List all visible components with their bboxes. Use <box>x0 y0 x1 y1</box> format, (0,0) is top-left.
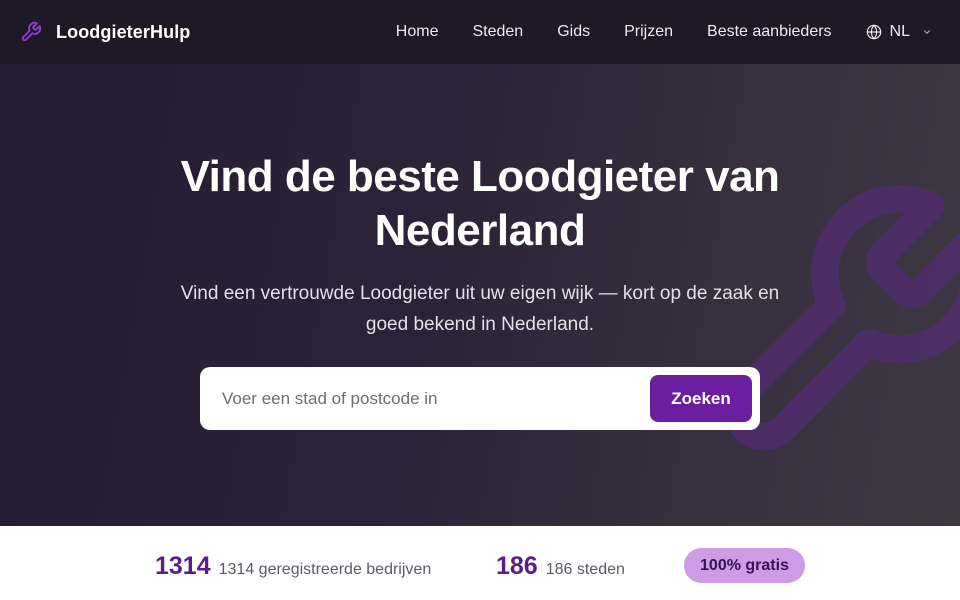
stat-cities-number: 186 <box>496 552 538 580</box>
nav-link-gids[interactable]: Gids <box>557 23 590 41</box>
hero-section: Vind de beste Loodgieter van Nederland V… <box>0 64 960 526</box>
main-nav: Home Steden Gids Prijzen Beste aanbieder… <box>396 23 940 41</box>
search-input[interactable] <box>222 388 650 409</box>
stats-bar: 1314 1314 geregistreerde bedrijven 186 1… <box>0 526 960 600</box>
wrench-icon <box>20 21 42 43</box>
nav-link-beste-aanbieders[interactable]: Beste aanbieders <box>707 23 832 41</box>
brand[interactable]: LoodgieterHulp <box>20 21 190 43</box>
stat-companies: 1314 1314 geregistreerde bedrijven <box>155 552 431 581</box>
nav-link-home[interactable]: Home <box>396 23 439 41</box>
hero-title: Vind de beste Loodgieter van Nederland <box>180 152 780 255</box>
globe-icon <box>866 24 882 40</box>
hero-subtitle: Vind een vertrouwde Loodgieter uit uw ei… <box>180 283 780 335</box>
free-badge: 100% gratis <box>684 548 805 583</box>
top-navigation-bar: LoodgieterHulp Home Steden Gids Prijzen … <box>0 0 960 64</box>
stat-companies-label: 1314 geregistreerde bedrijven <box>218 561 432 578</box>
search-button[interactable]: Zoeken <box>650 375 752 422</box>
language-label: NL <box>889 23 910 40</box>
nav-link-steden[interactable]: Steden <box>472 23 523 41</box>
stat-cities-label: 186 steden <box>545 561 625 578</box>
stat-companies-number: 1314 <box>155 552 211 580</box>
hero-content: Vind de beste Loodgieter van Nederland V… <box>0 150 960 340</box>
chevron-down-icon <box>922 27 932 37</box>
language-selector[interactable]: NL <box>866 23 932 41</box>
stat-cities: 186 186 steden <box>496 552 625 581</box>
brand-name: LoodgieterHulp <box>56 21 191 42</box>
nav-link-prijzen[interactable]: Prijzen <box>624 23 673 41</box>
search-bar: Zoeken <box>200 367 760 430</box>
